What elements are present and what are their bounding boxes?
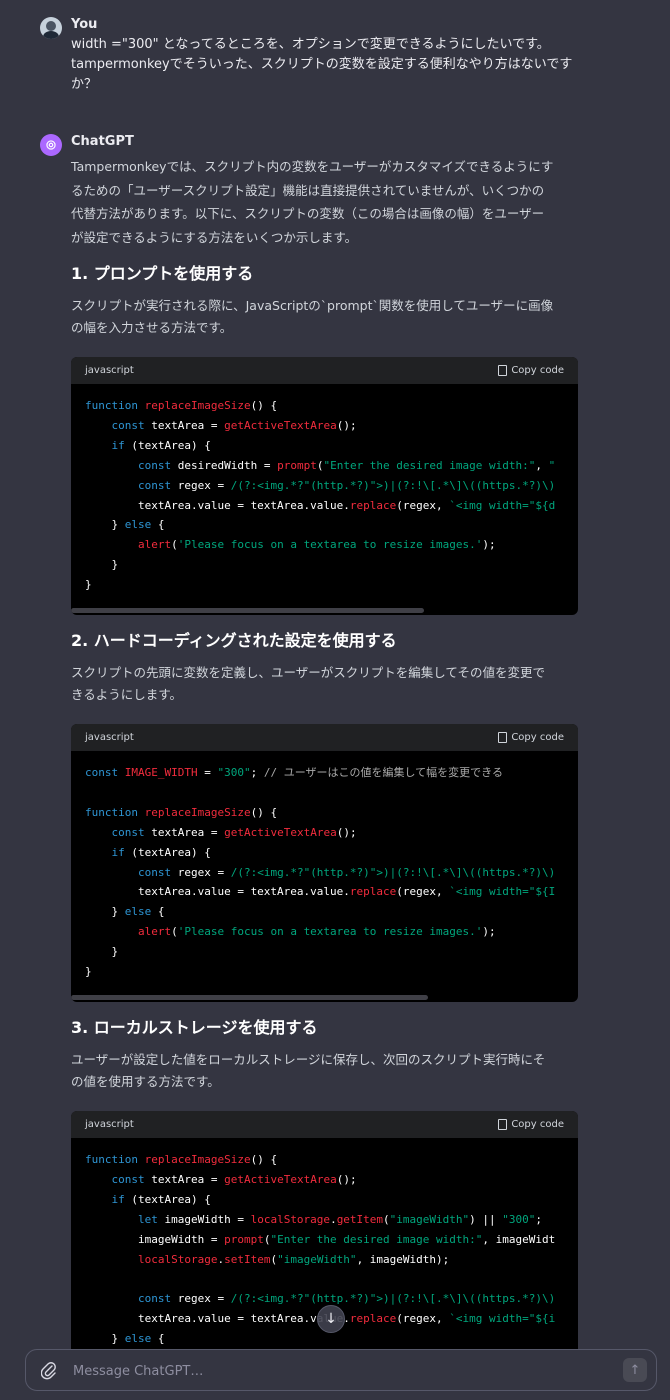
code-block-header: javascript Copy code (71, 1111, 578, 1138)
arrow-down-icon: ↓ (325, 1311, 337, 1327)
copy-code-button[interactable]: Copy code (498, 365, 564, 376)
message-input[interactable] (71, 1358, 615, 1384)
code-content: const IMAGE_WIDTH = "300"; // ユーザーはこの値を編… (85, 766, 556, 979)
section-heading: 2. ハードコーディングされた設定を使用する (71, 631, 397, 650)
horizontal-scrollbar[interactable] (71, 995, 428, 1000)
section-3: 3. ローカルストレージを使用する ユーザーが設定した値をローカルストレージに保… (71, 1017, 580, 1093)
arrow-up-icon: ↑ (629, 1362, 641, 1378)
clipboard-icon (498, 732, 508, 743)
section-description: スクリプトが実行される際に、JavaScriptの`prompt`関数を使用して… (71, 295, 580, 339)
section-description: スクリプトの先頭に変数を定義し、ユーザーがスクリプトを編集してその値を変更で き… (71, 662, 580, 706)
assistant-intro: Tampermonkeyでは、スクリプト内の変数をユーザーがカスタマイズできるよ… (71, 155, 630, 249)
desc-line: スクリプトが実行される際に、JavaScriptの`prompt`関数を使用して… (71, 298, 554, 313)
paperclip-icon[interactable] (40, 1362, 57, 1384)
clipboard-icon (498, 365, 508, 376)
user-avatar (40, 17, 62, 39)
section-1: 1. プロンプトを使用する スクリプトが実行される際に、JavaScriptの`… (71, 263, 580, 339)
code-language-label: javascript (85, 365, 134, 376)
user-message-line: tampermonkeyでそういった、スクリプトの変数を設定する便利なやり方はな… (71, 57, 573, 72)
send-button[interactable]: ↑ (623, 1358, 647, 1382)
intro-line: るための「ユーザースクリプト設定」機能は直接提供されていませんが、いくつかの (71, 182, 545, 198)
desc-line: ユーザーが設定した値をローカルストレージに保存し、次回のスクリプト実行時にそ (71, 1052, 546, 1067)
user-message-text: width ="300" となってるところを、オプションで変更できるようにしたい… (71, 35, 630, 95)
section-heading: 3. ローカルストレージを使用する (71, 1018, 318, 1037)
assistant-author-name: ChatGPT (71, 134, 134, 149)
desc-line: スクリプトの先頭に変数を定義し、ユーザーがスクリプトを編集してその値を変更で (71, 665, 546, 680)
user-message-line: か？ (71, 77, 98, 92)
section-description: ユーザーが設定した値をローカルストレージに保存し、次回のスクリプト実行時にそ の… (71, 1049, 580, 1093)
code-block: javascript Copy code const IMAGE_WIDTH =… (71, 724, 578, 1002)
copy-code-label: Copy code (511, 732, 564, 743)
code-block-header: javascript Copy code (71, 357, 578, 384)
desc-line: の幅を入力させる方法です。 (71, 320, 233, 335)
code-block: javascript Copy code function replaceIma… (71, 357, 578, 615)
desc-line: きるようにします。 (71, 687, 183, 702)
copy-code-label: Copy code (511, 1119, 564, 1130)
section-heading: 1. プロンプトを使用する (71, 264, 254, 283)
user-message-line: width ="300" となってるところを、オプションで変更できるようにしたい… (71, 37, 550, 52)
message-composer: ↑ (25, 1349, 657, 1391)
code-content: function replaceImageSize() { const text… (85, 399, 556, 592)
intro-line: 代替方法があります。以下に、スクリプトの変数（この場合は画像の幅）をユーザー (71, 206, 545, 221)
chatgpt-logo-icon (40, 134, 62, 156)
section-2: 2. ハードコーディングされた設定を使用する スクリプトの先頭に変数を定義し、ユ… (71, 630, 580, 706)
intro-line: Tampermonkeyでは、スクリプト内の変数をユーザーがカスタマイズできるよ… (71, 159, 554, 174)
intro-line: が設定できるようにする方法をいくつか示します。 (71, 229, 358, 245)
copy-code-button[interactable]: Copy code (498, 732, 564, 743)
desc-line: の値を使用する方法です。 (71, 1074, 220, 1089)
horizontal-scrollbar[interactable] (71, 608, 424, 613)
user-author-name: You (71, 17, 98, 32)
scroll-to-bottom-button[interactable]: ↓ (317, 1305, 345, 1333)
code-language-label: javascript (85, 732, 134, 743)
code-block-header: javascript Copy code (71, 724, 578, 751)
clipboard-icon (498, 1119, 508, 1130)
copy-code-label: Copy code (511, 365, 564, 376)
code-language-label: javascript (85, 1119, 134, 1130)
copy-code-button[interactable]: Copy code (498, 1119, 564, 1130)
